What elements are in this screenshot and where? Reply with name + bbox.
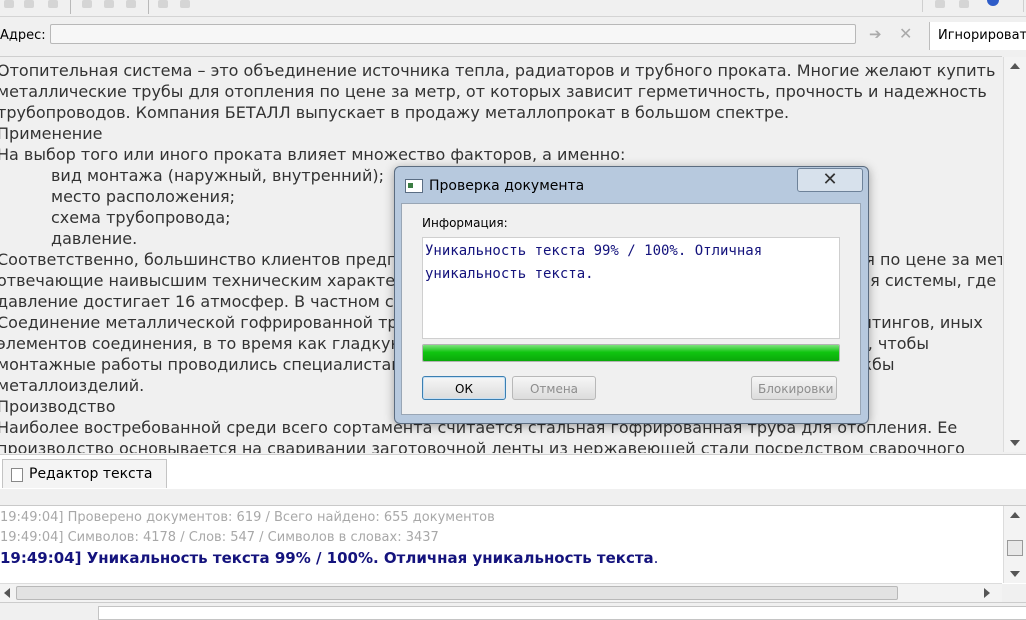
scrollbar-thumb[interactable] [16,586,898,600]
status-bar [0,602,1026,620]
close-icon[interactable]: ✕ [899,24,912,43]
log-line-period: . [653,549,659,567]
dialog-body: Информация: Уникальность текста 99% / 10… [401,203,861,415]
editor-line: трубопроводов. Компания БЕТАЛЛ выпускает… [0,103,790,122]
scroll-down-icon[interactable] [1010,440,1020,446]
log-panel[interactable]: 19:49:04] Проверено документов: 619 / Вс… [0,505,1026,584]
editor-line: На выбор того или иного проката влияет м… [0,145,626,164]
save-icon[interactable] [48,0,58,8]
settings-icon[interactable] [935,0,945,8]
cut-icon[interactable] [158,0,168,8]
printer-icon[interactable] [959,0,969,8]
document-edit-icon [11,468,23,482]
tab-bar: Редактор текста [0,454,1026,489]
scroll-left-icon[interactable] [4,588,10,598]
window-icon [405,179,423,193]
close-button[interactable]: ✕ [797,168,863,192]
ok-button[interactable]: ОК [422,376,506,400]
info-text: Уникальность текста 99% / 100%. Отличная… [425,240,825,286]
toolbar-right-group [922,0,1024,12]
info-label: Информация: [422,216,508,230]
editor-vertical-scrollbar[interactable] [1003,57,1026,452]
dialog-title: Проверка документа [429,178,585,194]
log-vertical-scrollbar[interactable] [1003,506,1026,583]
info-text-line: Уникальность текста 99% / 100%. Отличная [425,243,763,259]
log-line-highlight: 19:49:04] Уникальность текста 99% / 100%… [0,549,658,567]
scroll-right-icon[interactable] [984,588,990,598]
check-document-dialog: Проверка документа ✕ Информация: Уникаль… [394,166,869,424]
address-label: Адрес: [0,28,46,43]
editor-line: производство основывается на сваривании … [0,439,965,453]
progress-fill [423,345,839,361]
scroll-up-icon[interactable] [1010,63,1020,69]
cancel-button[interactable]: Отмена [512,376,596,400]
scrollbar-thumb[interactable] [1007,540,1023,556]
tab-label: Редактор текста [29,466,153,482]
close-icon: ✕ [822,169,838,190]
log-line: 19:49:04] Проверено документов: 619 / Вс… [0,510,495,525]
open-icon[interactable] [24,0,34,8]
tab-text-editor[interactable]: Редактор текста [2,459,168,488]
editor-heading: Применение [0,124,103,143]
refresh-icon[interactable] [180,0,190,8]
block-button[interactable]: Блокировки [751,376,837,400]
info-textbox[interactable]: Уникальность текста 99% / 100%. Отличная… [422,237,840,339]
new-icon[interactable] [4,0,14,8]
info-text-line: уникальность текста. [425,266,594,282]
toolbar [0,0,1026,17]
document-icon[interactable] [126,0,136,8]
log-horizontal-scrollbar[interactable] [0,583,1002,602]
editor-line: Отопительная система – это объединение и… [0,61,996,80]
progress-bar [422,344,840,362]
copy-icon[interactable] [82,0,92,8]
ignore-dropdown[interactable]: Игнорировать [929,22,1026,50]
status-field [98,606,1026,620]
go-arrow-icon[interactable]: ➔ [869,25,882,43]
toolbar-separator [70,0,71,14]
log-line: 19:49:04] Символов: 4178 / Слов: 547 / С… [0,530,439,545]
editor-line: металлические трубы для отопления по цен… [0,82,987,101]
ignore-label: Игнорировать [938,28,1026,43]
address-input[interactable] [50,24,856,44]
scroll-down-icon[interactable] [1010,571,1020,577]
toolbar-separator [148,0,149,14]
log-line-text: 19:49:04] Уникальность текста 99% / 100%… [0,549,654,567]
address-bar: Адрес: ➔ ✕ Игнорировать [0,20,1026,52]
paste-icon[interactable] [104,0,114,8]
scroll-up-icon[interactable] [1010,512,1020,518]
